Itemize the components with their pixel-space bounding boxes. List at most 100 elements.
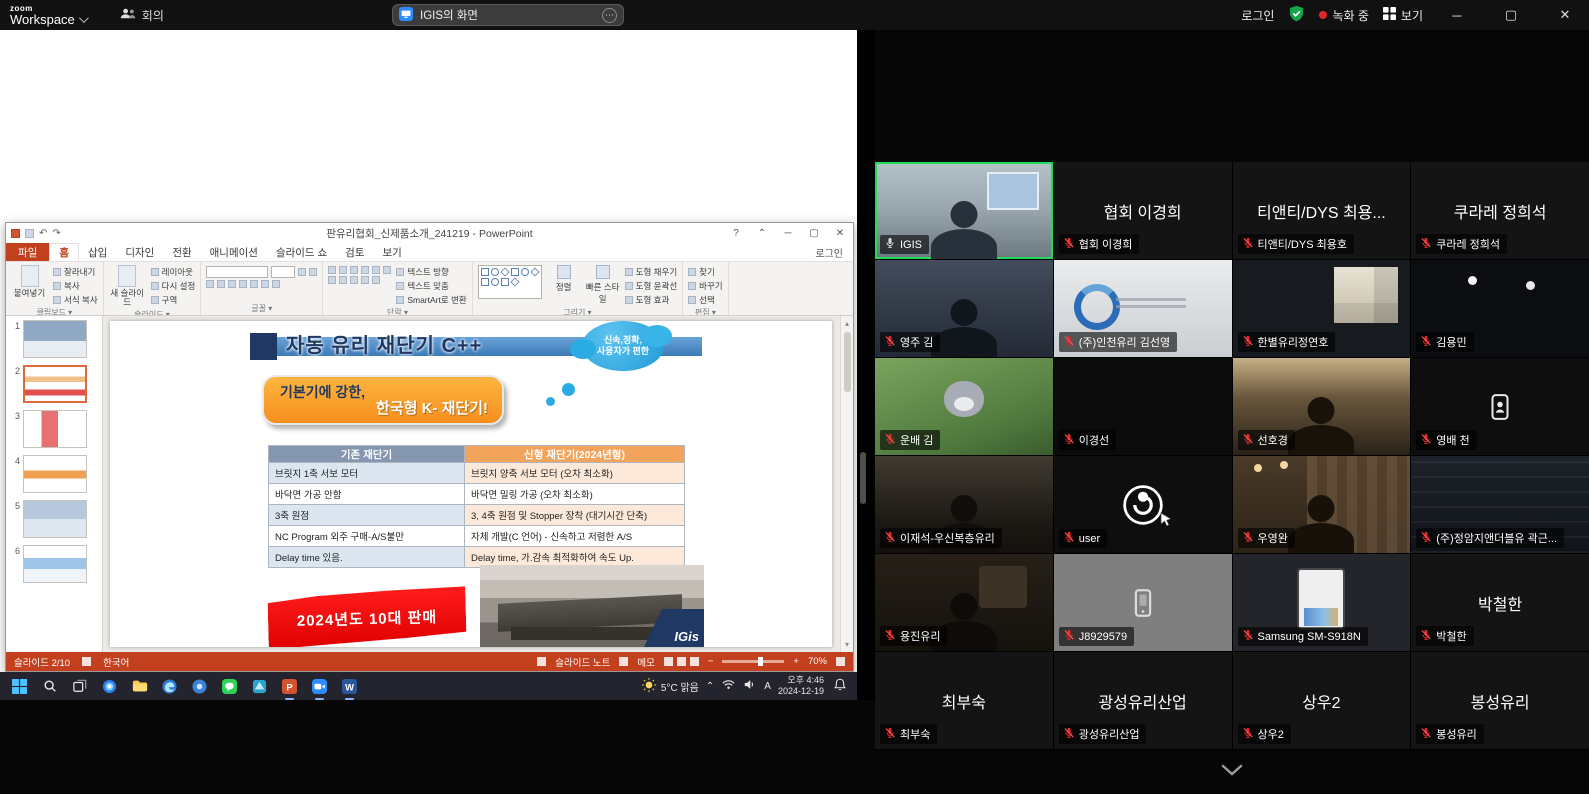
- slide-thumbnail-4[interactable]: 4: [9, 455, 99, 493]
- ribbon-button[interactable]: 다시 설정: [151, 280, 196, 292]
- slide-thumbnail-2[interactable]: 2: [9, 365, 99, 403]
- ribbon-tab-5[interactable]: 전환: [163, 243, 200, 261]
- powerpoint-titlebar[interactable]: ↶ ↷ 판유리협회_신제품소개_241219 - PowerPoint ? ⌃ …: [6, 223, 853, 243]
- search-taskbar-icon[interactable]: [38, 675, 61, 698]
- notes-button[interactable]: 슬라이드 노트: [555, 655, 610, 669]
- scroll-down-icon[interactable]: ▾: [841, 640, 853, 649]
- ribbon-tool-icon[interactable]: [272, 280, 280, 288]
- ribbon-tool-icon[interactable]: [217, 280, 225, 288]
- ribbon-display-icon[interactable]: ⌃: [749, 223, 775, 243]
- ribbon-tool-icon[interactable]: [350, 276, 358, 284]
- zoom-workspace-logo[interactable]: zoom Workspace: [10, 5, 86, 26]
- slide-scrollbar[interactable]: ▴ ▾: [840, 316, 853, 652]
- taskb ar-clock[interactable]: 오후 4:46 2024-12-19: [778, 675, 824, 697]
- slide-thumbnail-6[interactable]: 6: [9, 545, 99, 583]
- memo-button[interactable]: 메모: [637, 655, 654, 669]
- ribbon-tool-icon[interactable]: [250, 280, 258, 288]
- divider-drag-handle[interactable]: [860, 452, 866, 504]
- participant-tile-협회-이경희[interactable]: 협회 이경희협회 이경희: [1054, 162, 1232, 259]
- start-taskbar-icon[interactable]: [8, 675, 31, 698]
- participant-tile-상우2[interactable]: 상우2상우2: [1233, 652, 1411, 749]
- ribbon-button[interactable]: 찾기: [688, 266, 722, 278]
- more-options-icon[interactable]: ⋯: [602, 8, 617, 23]
- participant-tile-김용민[interactable]: 김용민: [1411, 260, 1589, 357]
- ribbon-tab-3[interactable]: 삽입: [79, 243, 116, 261]
- ribbon-tab-1[interactable]: 파일: [6, 243, 49, 261]
- meeting-tab[interactable]: 회의: [120, 7, 164, 24]
- weather-widget[interactable]: 5°C 맑음: [642, 678, 699, 695]
- participant-tile-Samsung-SM-S918N[interactable]: Samsung SM-S918N: [1233, 554, 1411, 651]
- ribbon-tab-9[interactable]: 보기: [374, 243, 411, 261]
- folder-taskbar-icon[interactable]: [128, 675, 151, 698]
- participant-tile-영배-천[interactable]: 영배 천: [1411, 358, 1589, 455]
- zoom-in-icon[interactable]: +: [793, 656, 799, 667]
- word-taskbar-icon[interactable]: W: [338, 675, 361, 698]
- ribbon-tool-icon[interactable]: [339, 276, 347, 284]
- participant-tile-쿠라레-정희석[interactable]: 쿠라레 정희석쿠라레 정희석: [1411, 162, 1589, 259]
- ribbon-tab-6[interactable]: 애니메이션: [201, 243, 267, 261]
- participant-tile-한별유리정연호[interactable]: 한별유리정연호: [1233, 260, 1411, 357]
- participant-tile--주-인천유리-김선영[interactable]: (주)인천유리 김선영: [1054, 260, 1232, 357]
- view-button[interactable]: 보기: [1383, 7, 1423, 24]
- ribbon-button[interactable]: 서식 복사: [53, 294, 98, 306]
- zoom-taskbar-icon[interactable]: [308, 675, 331, 698]
- normal-view-icon[interactable]: [664, 657, 673, 666]
- zoom-percent[interactable]: 70%: [808, 656, 827, 667]
- wifi-icon[interactable]: [722, 679, 735, 693]
- participant-tile--주-정암지앤더블유-곽근-[interactable]: (주)정암지앤더블유 곽근...: [1411, 456, 1589, 553]
- security-shield-icon[interactable]: [1288, 5, 1305, 25]
- ribbon-tab-8[interactable]: 검토: [336, 243, 373, 261]
- ribbon-button[interactable]: 잘라내기: [53, 266, 98, 278]
- participant-tile-이재석-우신복층유리[interactable]: 이재석-우신복층유리: [875, 456, 1053, 553]
- spellcheck-icon[interactable]: [82, 657, 91, 666]
- ribbon-button[interactable]: 바꾸기: [688, 280, 722, 292]
- ppt-maximize-button[interactable]: ▢: [801, 223, 827, 243]
- undo-icon[interactable]: ↶: [39, 228, 47, 239]
- login-button[interactable]: 로그인: [1241, 7, 1274, 24]
- ribbon-button[interactable]: 텍스트 방향: [396, 266, 466, 278]
- ribbon-tool-icon[interactable]: [206, 280, 214, 288]
- ribbon-tool-icon[interactable]: [328, 266, 336, 274]
- scroll-up-icon[interactable]: ▴: [841, 319, 853, 328]
- language-indicator[interactable]: 한국어: [103, 655, 129, 669]
- shared-screen-tab[interactable]: IGIS의 화면 ⋯: [392, 4, 624, 26]
- minimize-button[interactable]: ─: [1437, 0, 1477, 30]
- drive-taskbar-icon[interactable]: [248, 675, 271, 698]
- fit-slide-icon[interactable]: [836, 657, 845, 666]
- ribbon-button[interactable]: 도형 윤곽선: [625, 280, 677, 292]
- participant-tile-광성유리산업[interactable]: 광성유리산업광성유리산업: [1054, 652, 1232, 749]
- ribbon-big-button[interactable]: 새 슬라이드: [109, 265, 146, 308]
- system-tray[interactable]: ⌃ A: [706, 679, 771, 693]
- browser-taskbar-icon[interactable]: [188, 675, 211, 698]
- save-icon[interactable]: [25, 229, 34, 238]
- help-icon[interactable]: ?: [723, 223, 749, 243]
- slide-sorter-view-icon[interactable]: [677, 657, 686, 666]
- ribbon-tool-icon[interactable]: [309, 268, 317, 276]
- participant-tile-박철한[interactable]: 박철한박철한: [1411, 554, 1589, 651]
- ribbon-tool-icon[interactable]: [239, 280, 247, 288]
- font-size-box[interactable]: [271, 266, 295, 278]
- edge-taskbar-icon[interactable]: [158, 675, 181, 698]
- ppt-login-button[interactable]: 로그인: [805, 243, 853, 261]
- ribbon-tool-icon[interactable]: [372, 276, 380, 284]
- ribbon-tool-icon[interactable]: [361, 266, 369, 274]
- ppt-close-button[interactable]: ✕: [827, 223, 853, 243]
- quick-access-toolbar[interactable]: ↶ ↷: [6, 228, 61, 239]
- ribbon-tool-icon[interactable]: [328, 276, 336, 284]
- ribbon-tool-icon[interactable]: [350, 266, 358, 274]
- copilot-taskbar-icon[interactable]: [98, 675, 121, 698]
- ribbon-tab-7[interactable]: 슬라이드 쇼: [267, 243, 336, 261]
- ribbon-tab-2[interactable]: 홈: [49, 243, 79, 261]
- participant-tile-우영완[interactable]: 우영완: [1233, 456, 1411, 553]
- ribbon-tool-icon[interactable]: [372, 266, 380, 274]
- participant-tile-선호경[interactable]: 선호경: [1233, 358, 1411, 455]
- participant-tile-영주-김[interactable]: 영주 김: [875, 260, 1053, 357]
- ribbon-button[interactable]: 복사: [53, 280, 98, 292]
- participant-tile-J8929579[interactable]: J8929579: [1054, 554, 1232, 651]
- participant-tile-티앤티-DYS-최용호[interactable]: 티앤티/DYS 최용...티앤티/DYS 최용호: [1233, 162, 1411, 259]
- ribbon-button[interactable]: SmartArt로 변환: [396, 294, 466, 306]
- maximize-button[interactable]: ▢: [1491, 0, 1531, 30]
- participant-tile-용진유리[interactable]: 용진유리: [875, 554, 1053, 651]
- ribbon-tool-icon[interactable]: [361, 276, 369, 284]
- participant-tile-봉성유리[interactable]: 봉성유리봉성유리: [1411, 652, 1589, 749]
